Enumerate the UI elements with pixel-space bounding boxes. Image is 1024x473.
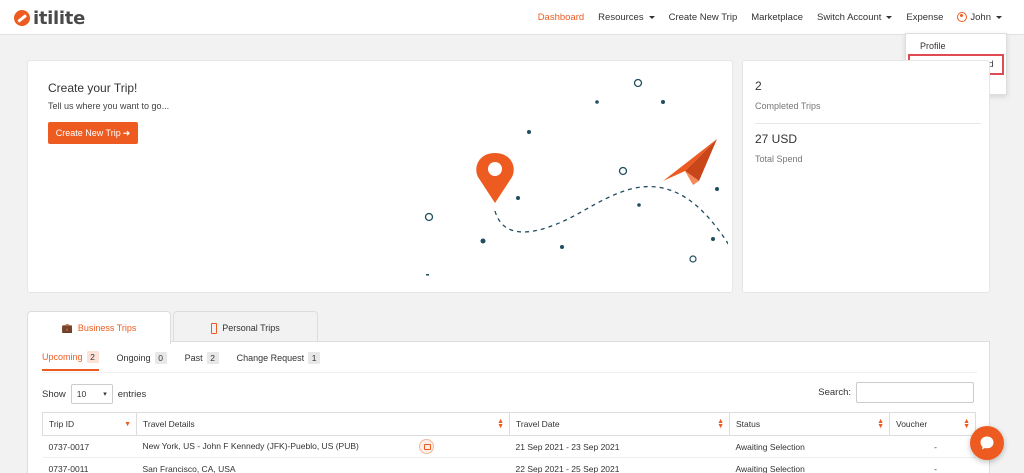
count-badge: 2 <box>86 351 99 363</box>
cell-trip-id: 0737-0017 <box>42 435 137 458</box>
cell-travel-date: 22 Sep 2021 - 25 Sep 2021 <box>509 457 730 473</box>
column-header-travel-details[interactable]: Travel Details ▲ ▼ <box>136 412 510 436</box>
subtab-ongoing[interactable]: Ongoing 0 <box>117 351 167 371</box>
column-header-label: Voucher <box>896 419 928 429</box>
search-label: Search: <box>818 387 851 398</box>
user-name: John <box>970 11 991 23</box>
count-badge: 2 <box>206 352 219 364</box>
chat-support-button[interactable] <box>970 426 1004 460</box>
sort-icon: ▲ ▼ <box>497 418 504 430</box>
stats-divider <box>755 123 981 124</box>
logo-mark-icon <box>14 10 30 26</box>
main-nav: Dashboard Resources Create New Trip Mark… <box>538 0 1002 34</box>
cell-travel-date: 21 Sep 2021 - 23 Sep 2021 <box>509 435 730 458</box>
trip-illustration <box>424 78 728 276</box>
subtabs-divider <box>42 372 977 373</box>
tab-personal-trips-label: Personal Trips <box>222 323 280 333</box>
entries-control: Show 10 ▾ entries <box>42 384 146 404</box>
subtab-change-request[interactable]: Change Request 1 <box>237 351 321 371</box>
trips-table: Trip ID ▼ Travel Details ▲ ▼ Travel Date ▲ ▼ … <box>42 412 976 473</box>
nav-switch-account[interactable]: Switch Account <box>816 11 893 23</box>
luggage-icon <box>211 322 218 334</box>
chevron-down-icon <box>996 15 1002 19</box>
chevron-down-icon <box>648 15 655 19</box>
itilite-logo[interactable]: itilite <box>14 7 85 29</box>
sort-icon: ▲ ▼ <box>877 418 884 430</box>
sort-desc-icon: ▼ <box>124 421 131 428</box>
nav-marketplace[interactable]: Marketplace <box>751 12 803 23</box>
column-header-label: Status <box>736 419 761 429</box>
tab-personal-trips[interactable]: Personal Trips <box>173 311 318 344</box>
column-header-trip-id[interactable]: Trip ID ▼ <box>42 412 137 436</box>
create-new-trip-button[interactable]: Create New Trip ➜ <box>48 122 138 144</box>
column-header-label: Travel Date <box>516 419 560 429</box>
nav-create-new-trip[interactable]: Create New Trip <box>669 12 738 23</box>
create-trip-title: Create your Trip! <box>48 81 138 95</box>
cell-voucher: - <box>889 435 976 458</box>
sort-icon: ▲ ▼ <box>963 418 970 430</box>
show-label: Show <box>42 388 66 400</box>
logo-text: itilite <box>33 7 85 29</box>
arrow-right-icon: ➜ <box>122 127 131 138</box>
entries-value: 10 <box>76 389 87 399</box>
nav-resources-label: Resources <box>598 11 644 23</box>
column-header-label: Travel Details <box>143 419 195 429</box>
travel-details-text: New York, US - John F Kennedy (JFK)-Pueb… <box>142 440 359 451</box>
chat-bubble-icon <box>980 436 994 450</box>
nav-switch-account-label: Switch Account <box>816 11 882 23</box>
nav-resources[interactable]: Resources <box>598 11 655 23</box>
table-header-row: Trip ID ▼ Travel Details ▲ ▼ Travel Date ▲ ▼ … <box>42 412 976 436</box>
cell-travel-details: San Francisco, CA, USA <box>136 457 510 473</box>
nav-expense[interactable]: Expense <box>906 12 943 23</box>
column-header-status[interactable]: Status ▲ ▼ <box>729 412 890 436</box>
cell-voucher: - <box>889 457 976 473</box>
nav-dashboard[interactable]: Dashboard <box>538 12 584 23</box>
updown-icon: ▾ <box>103 391 107 398</box>
subtab-upcoming[interactable]: Upcoming 2 <box>42 351 99 371</box>
subtab-label: Ongoing <box>116 353 151 363</box>
completed-trips-value: 2 <box>755 79 762 93</box>
user-menu-toggle[interactable]: John <box>957 12 1002 23</box>
briefcase-icon: 💼 <box>61 322 73 333</box>
subtab-label: Upcoming <box>42 352 83 362</box>
entries-label: entries <box>117 388 147 400</box>
cell-status: Awaiting Selection <box>729 435 890 458</box>
menu-item-profile[interactable]: Profile <box>906 38 1006 55</box>
entries-select[interactable]: 10 ▾ <box>70 384 113 404</box>
user-avatar-icon <box>957 12 968 22</box>
sort-icon: ▲ ▼ <box>717 418 724 430</box>
trip-stats-card: 2 Completed Trips 27 USD Total Spend <box>742 60 990 293</box>
chevron-down-icon <box>886 15 893 19</box>
subtab-label: Change Request <box>236 353 305 363</box>
calendar-icon[interactable] <box>418 439 434 454</box>
trips-panel: Upcoming 2 Ongoing 0 Past 2 Change Request 1… <box>27 341 990 473</box>
column-header-voucher[interactable]: Voucher ▲ ▼ <box>889 412 976 436</box>
count-badge: 1 <box>308 352 321 364</box>
trip-status-tabs: Upcoming 2 Ongoing 0 Past 2 Change Request 1 <box>42 351 321 371</box>
count-badge: 0 <box>154 352 167 364</box>
total-spend-value: 27 USD <box>755 132 798 146</box>
create-trip-card: Create your Trip! Tell us where you want… <box>27 60 733 293</box>
create-new-trip-label: Create New Trip <box>55 128 121 138</box>
cell-status: Awaiting Selection <box>729 457 890 473</box>
top-navigation-bar: itilite Dashboard Resources Create New T… <box>0 0 1024 35</box>
column-header-label: Trip ID <box>49 419 75 429</box>
search-input[interactable] <box>856 382 974 403</box>
total-spend-label: Total Spend <box>755 154 803 164</box>
table-search: Search: <box>818 382 974 403</box>
column-header-travel-date[interactable]: Travel Date ▲ ▼ <box>509 412 730 436</box>
completed-trips-label: Completed Trips <box>755 101 821 111</box>
subtab-label: Past <box>184 353 203 363</box>
table-row[interactable]: 0737-0017 New York, US - John F Kennedy … <box>42 435 976 458</box>
cell-travel-details: New York, US - John F Kennedy (JFK)-Pueb… <box>136 435 510 458</box>
create-trip-subtitle: Tell us where you want to go... <box>48 101 170 111</box>
tab-business-trips-label: Business Trips <box>77 323 137 333</box>
tab-business-trips[interactable]: 💼 Business Trips <box>27 311 171 344</box>
table-row[interactable]: 0737-0011 San Francisco, CA, USA 22 Sep … <box>42 457 976 473</box>
travel-details-text: San Francisco, CA, USA <box>142 463 236 473</box>
cell-trip-id: 0737-0011 <box>42 457 137 473</box>
subtab-past[interactable]: Past 2 <box>185 351 219 371</box>
